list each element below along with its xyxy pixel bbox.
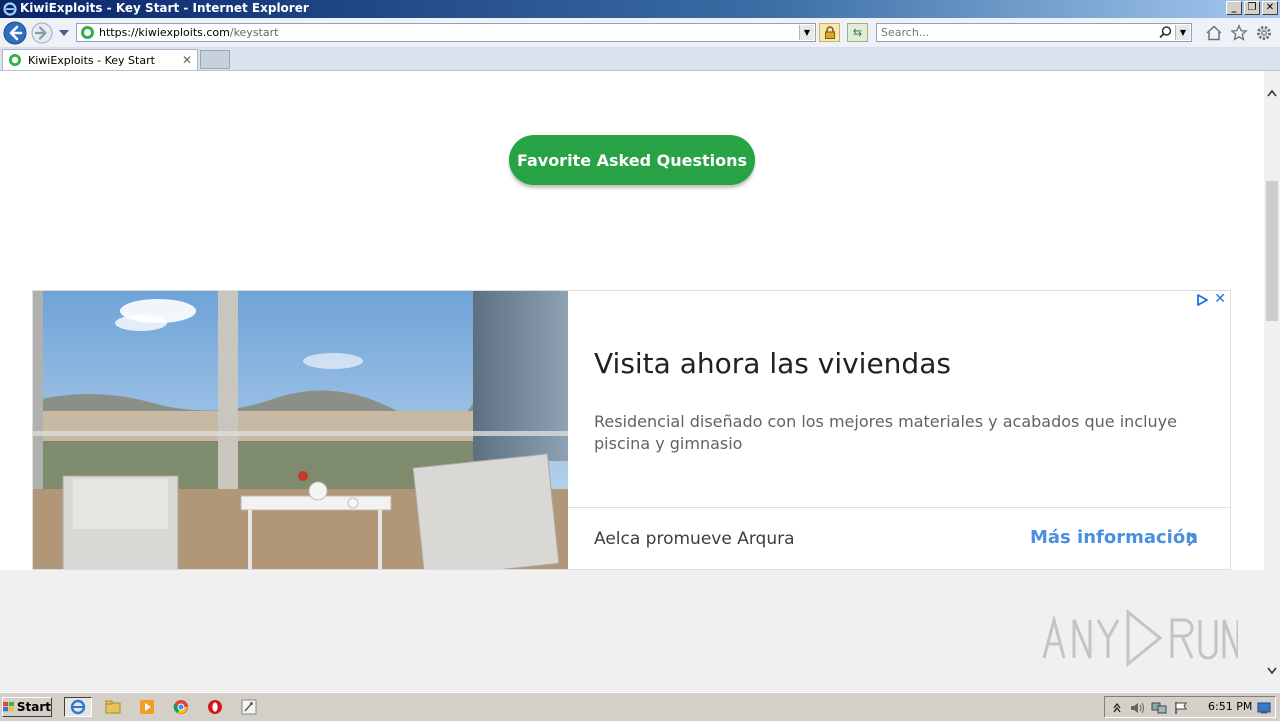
ad-description: Residencial diseñado con los mejores mat…	[594, 412, 1177, 453]
taskbar: Start 6:51 PM	[0, 692, 1280, 721]
search-icon[interactable]	[1158, 25, 1173, 40]
url-host: https://kiwiexploits.com	[99, 26, 230, 39]
ad-more-info-link[interactable]: Más información	[1030, 527, 1198, 548]
scroll-down-icon[interactable]	[1264, 663, 1280, 679]
start-label: Start	[16, 700, 51, 714]
ad-choices-icon[interactable]	[1196, 294, 1208, 306]
new-tab-button[interactable]	[200, 50, 230, 69]
window-controls: _ ❐ ✕	[1226, 1, 1278, 15]
vertical-scrollbar[interactable]	[1264, 71, 1280, 692]
restore-button[interactable]: ❐	[1244, 1, 1260, 15]
address-dropdown-icon[interactable]: ▼	[799, 25, 814, 40]
taskbar-internet-explorer-icon[interactable]	[64, 697, 92, 717]
taskbar-chrome-icon[interactable]	[167, 697, 195, 717]
history-dropdown-icon[interactable]	[58, 29, 70, 37]
system-tray: 6:51 PM	[1104, 696, 1276, 718]
navigation-bar: https://kiwiexploits.com/keystart ▼ ⇆ ▼	[0, 18, 1280, 48]
ad-headline[interactable]: Visita ahora las viviendas	[594, 347, 951, 380]
ad-divider	[568, 507, 1230, 508]
back-button[interactable]	[3, 21, 27, 45]
taskbar-opera-icon[interactable]	[201, 697, 229, 717]
tab-label: KiwiExploits - Key Start	[28, 54, 155, 67]
anyrun-watermark-logo	[1042, 608, 1238, 668]
taskbar-app-icon[interactable]	[235, 697, 263, 717]
advertisement[interactable]: ✕ Visita ahora las viviendas Residencial…	[32, 290, 1231, 570]
action-center-flag-icon[interactable]	[1173, 700, 1189, 716]
site-favicon-icon	[9, 54, 21, 66]
network-icon[interactable]	[1151, 700, 1167, 716]
search-dropdown-icon[interactable]: ▼	[1175, 25, 1190, 40]
settings-gear-icon[interactable]	[1255, 24, 1273, 42]
compatibility-refresh-icon[interactable]: ⇆	[847, 23, 868, 42]
ad-image[interactable]	[33, 291, 568, 570]
taskbar-file-explorer-icon[interactable]	[99, 697, 127, 717]
address-bar[interactable]: https://kiwiexploits.com/keystart ▼	[76, 23, 816, 42]
site-favicon-icon	[81, 26, 94, 39]
chevron-right-icon[interactable]	[1186, 530, 1198, 548]
show-hidden-icons-icon[interactable]	[1109, 700, 1125, 716]
home-icon[interactable]	[1205, 24, 1223, 42]
clock[interactable]: 6:51 PM	[1208, 700, 1252, 713]
internet-explorer-icon	[3, 2, 17, 16]
search-box[interactable]: ▼	[876, 23, 1192, 42]
minimize-button[interactable]: _	[1226, 1, 1242, 15]
start-button[interactable]: Start	[2, 697, 52, 717]
tab-kiwiexploits[interactable]: KiwiExploits - Key Start ✕	[2, 49, 198, 70]
search-input[interactable]	[881, 25, 1151, 40]
favorite-asked-questions-button[interactable]: Favorite Asked Questions	[509, 135, 755, 185]
tab-close-icon[interactable]: ✕	[182, 53, 192, 67]
close-window-button[interactable]: ✕	[1262, 1, 1278, 15]
web-page: Favorite Asked Questions ✕ Visita ahora …	[0, 71, 1264, 570]
scroll-up-icon[interactable]	[1264, 85, 1280, 101]
scrollbar-thumb[interactable]	[1266, 181, 1278, 321]
show-desktop-icon[interactable]	[1256, 700, 1272, 716]
forward-button[interactable]	[31, 22, 53, 44]
window-title: KiwiExploits - Key Start - Internet Expl…	[20, 1, 309, 15]
windows-logo-icon	[3, 701, 15, 712]
tab-bar: KiwiExploits - Key Start ✕	[0, 48, 1280, 71]
ad-advertiser: Aelca promueve Arqura	[594, 529, 795, 549]
url-text: https://kiwiexploits.com/keystart	[99, 26, 278, 39]
url-path: /keystart	[229, 26, 279, 39]
volume-icon[interactable]	[1129, 700, 1145, 716]
lock-icon[interactable]	[819, 23, 840, 42]
taskbar-media-player-icon[interactable]	[133, 697, 161, 717]
ad-close-icon[interactable]: ✕	[1214, 291, 1226, 307]
favorites-star-icon[interactable]	[1230, 24, 1248, 42]
window-title-bar: KiwiExploits - Key Start - Internet Expl…	[0, 0, 1280, 18]
